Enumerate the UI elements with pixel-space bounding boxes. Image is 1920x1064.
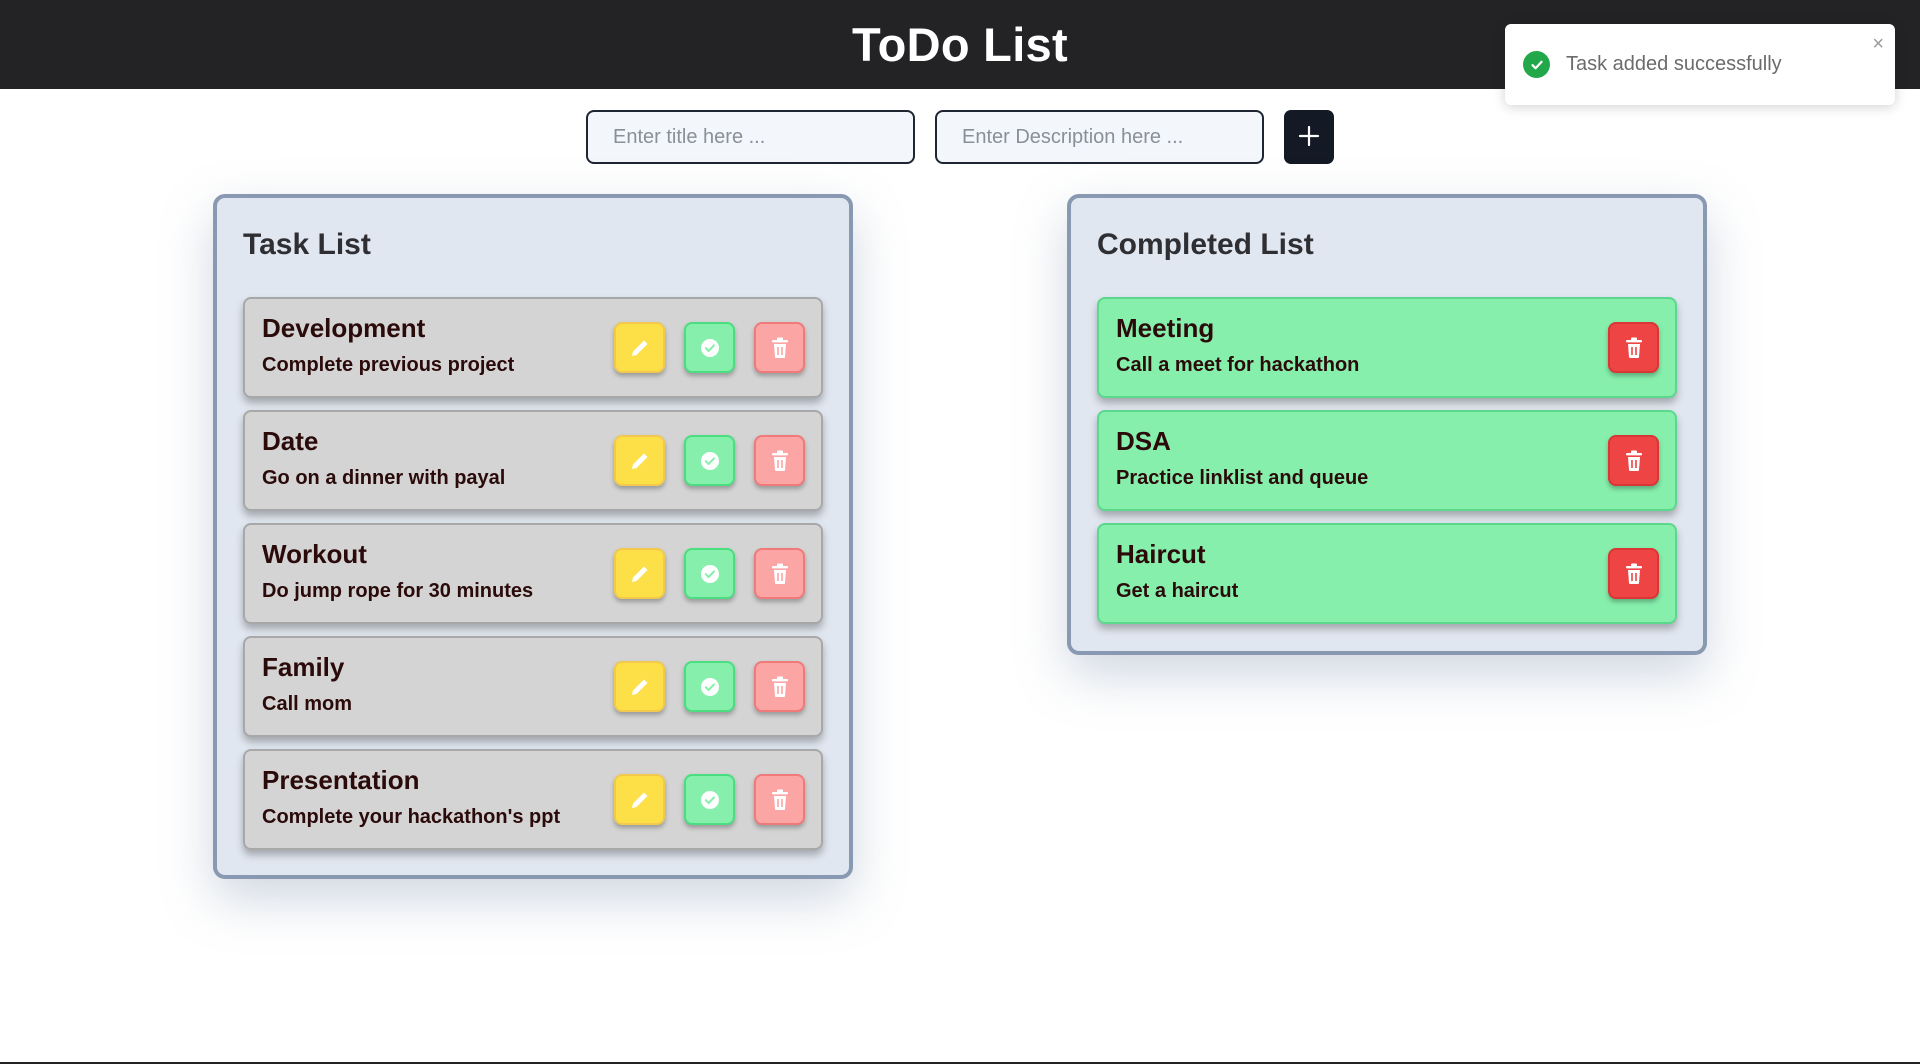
delete-button[interactable] [754,322,805,373]
complete-button[interactable] [684,774,735,825]
edit-button[interactable] [614,548,665,599]
delete-button[interactable] [1608,548,1659,599]
trash-icon [769,788,791,812]
delete-button[interactable] [1608,435,1659,486]
task-card: Workout Do jump rope for 30 minutes [243,523,823,624]
completed-title: Meeting [1116,313,1215,343]
task-actions [614,661,805,712]
task-list-heading: Task List [243,228,371,261]
task-actions [614,548,805,599]
edit-button[interactable] [614,322,665,373]
trash-icon [769,675,791,699]
completed-description: Call a meet for hackathon [1116,354,1360,376]
trash-icon [769,336,791,360]
task-actions [614,774,805,825]
task-actions [614,322,805,373]
completed-card: Meeting Call a meet for hackathon [1097,297,1677,398]
completed-list-panel: Completed List Meeting Call a meet for h… [1067,194,1707,655]
completed-actions [1608,435,1659,486]
check-circle-icon [699,563,721,585]
completed-card: DSA Practice linklist and queue [1097,410,1677,511]
pencil-icon [628,788,652,812]
trash-icon [1623,562,1645,586]
app-title: ToDo List [852,18,1068,71]
toast-message: Task added successfully [1566,53,1782,75]
completed-description: Get a haircut [1116,580,1239,602]
complete-button[interactable] [684,661,735,712]
complete-button[interactable] [684,548,735,599]
plus-icon [1298,125,1320,150]
task-card: Development Complete previous project [243,297,823,398]
task-card: Presentation Complete your hackathon's p… [243,749,823,850]
todo-app: ToDo List Task added successfully × Task… [0,0,1920,1064]
pencil-icon [628,675,652,699]
completed-title: DSA [1116,426,1171,456]
pencil-icon [628,449,652,473]
trash-icon [1623,449,1645,473]
title-input[interactable] [586,110,915,164]
pencil-icon [628,562,652,586]
task-actions [614,435,805,486]
check-circle-icon [699,789,721,811]
success-toast: Task added successfully × [1505,24,1895,105]
check-circle-icon [699,337,721,359]
task-card: Date Go on a dinner with payal [243,410,823,511]
delete-button[interactable] [754,774,805,825]
completed-description: Practice linklist and queue [1116,467,1369,489]
trash-icon [769,449,791,473]
completed-actions [1608,322,1659,373]
add-task-button[interactable] [1284,110,1334,164]
check-circle-icon [699,450,721,472]
task-card: Family Call mom [243,636,823,737]
completed-list-heading: Completed List [1097,228,1314,261]
pencil-icon [628,336,652,360]
edit-button[interactable] [614,774,665,825]
completed-actions [1608,548,1659,599]
trash-icon [769,562,791,586]
edit-button[interactable] [614,661,665,712]
trash-icon [1623,336,1645,360]
delete-button[interactable] [754,548,805,599]
toast-close-button[interactable]: × [1872,34,1884,54]
delete-button[interactable] [1608,322,1659,373]
delete-button[interactable] [754,661,805,712]
check-circle-icon [1523,51,1550,78]
delete-button[interactable] [754,435,805,486]
complete-button[interactable] [684,435,735,486]
complete-button[interactable] [684,322,735,373]
edit-button[interactable] [614,435,665,486]
description-input[interactable] [935,110,1264,164]
check-circle-icon [699,676,721,698]
completed-title: Haircut [1116,539,1206,569]
task-list-panel: Task List Development Complete previous … [213,194,853,879]
completed-card: Haircut Get a haircut [1097,523,1677,624]
